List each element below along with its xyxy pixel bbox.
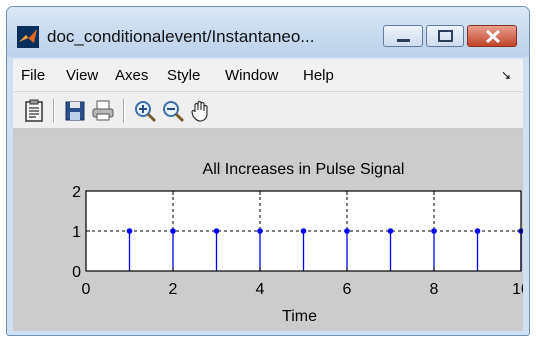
- menu-file[interactable]: File: [21, 67, 45, 84]
- minimize-button[interactable]: [383, 25, 423, 47]
- x-axis-label: Time: [282, 308, 317, 325]
- stem-marker: [213, 228, 220, 234]
- toolbar-separator: [123, 99, 125, 123]
- x-tick-label: 0: [82, 281, 91, 298]
- stem-marker: [431, 228, 437, 234]
- title-bar[interactable]: doc_conditionalevent/Instantaneo...: [7, 7, 529, 57]
- zoom-in-icon[interactable]: [133, 99, 157, 123]
- stem-marker: [344, 228, 350, 234]
- x-tick-label: 4: [256, 281, 265, 298]
- pan-hand-icon[interactable]: [189, 99, 213, 123]
- stem-marker: [257, 228, 263, 234]
- matlab-logo-icon: [17, 26, 39, 48]
- zoom-out-icon[interactable]: [161, 99, 185, 123]
- stem-marker: [170, 228, 176, 234]
- maximize-button[interactable]: [426, 25, 464, 47]
- x-tick-label: 8: [430, 281, 439, 298]
- window-title: doc_conditionalevent/Instantaneo...: [47, 27, 315, 46]
- toolbar-separator: [53, 99, 55, 123]
- menu-window[interactable]: Window: [225, 67, 278, 84]
- menu-axes[interactable]: Axes: [115, 67, 148, 84]
- paste-icon[interactable]: [23, 99, 47, 123]
- y-tick-label: 2: [72, 184, 81, 201]
- figure-window: doc_conditionalevent/Instantaneo... File…: [6, 6, 530, 336]
- stem-marker: [126, 228, 133, 234]
- figure-canvas: 0 2 4 6 8 10 0 1 2 All Increases in Pulse Signal T…: [13, 129, 523, 331]
- x-tick-label: 6: [343, 281, 352, 298]
- menu-bar: File View Axes Style Window Help ↘: [13, 59, 523, 92]
- chevron-right-icon[interactable]: ↘: [501, 68, 511, 82]
- y-tick-label: 0: [72, 264, 81, 281]
- stem-marker: [474, 228, 481, 234]
- chart-title: All Increases in Pulse Signal: [203, 161, 405, 178]
- print-icon[interactable]: [91, 99, 115, 123]
- toolbar: [13, 92, 523, 129]
- close-icon: [485, 29, 501, 44]
- menu-style[interactable]: Style: [167, 67, 200, 84]
- stem-marker: [300, 228, 307, 234]
- minimize-icon: [397, 39, 410, 42]
- save-icon[interactable]: [63, 99, 87, 123]
- x-tick-label: 10: [512, 281, 523, 298]
- y-tick-label: 1: [72, 224, 81, 241]
- menu-view[interactable]: View: [66, 67, 98, 84]
- close-button[interactable]: [467, 25, 517, 47]
- stem-chart: 0 2 4 6 8 10 0 1 2 All Increases in Pulse Signal T…: [72, 161, 523, 325]
- maximize-icon: [438, 30, 453, 42]
- x-tick-label: 2: [169, 281, 178, 298]
- stem-marker: [387, 228, 394, 234]
- menu-help[interactable]: Help: [303, 67, 334, 84]
